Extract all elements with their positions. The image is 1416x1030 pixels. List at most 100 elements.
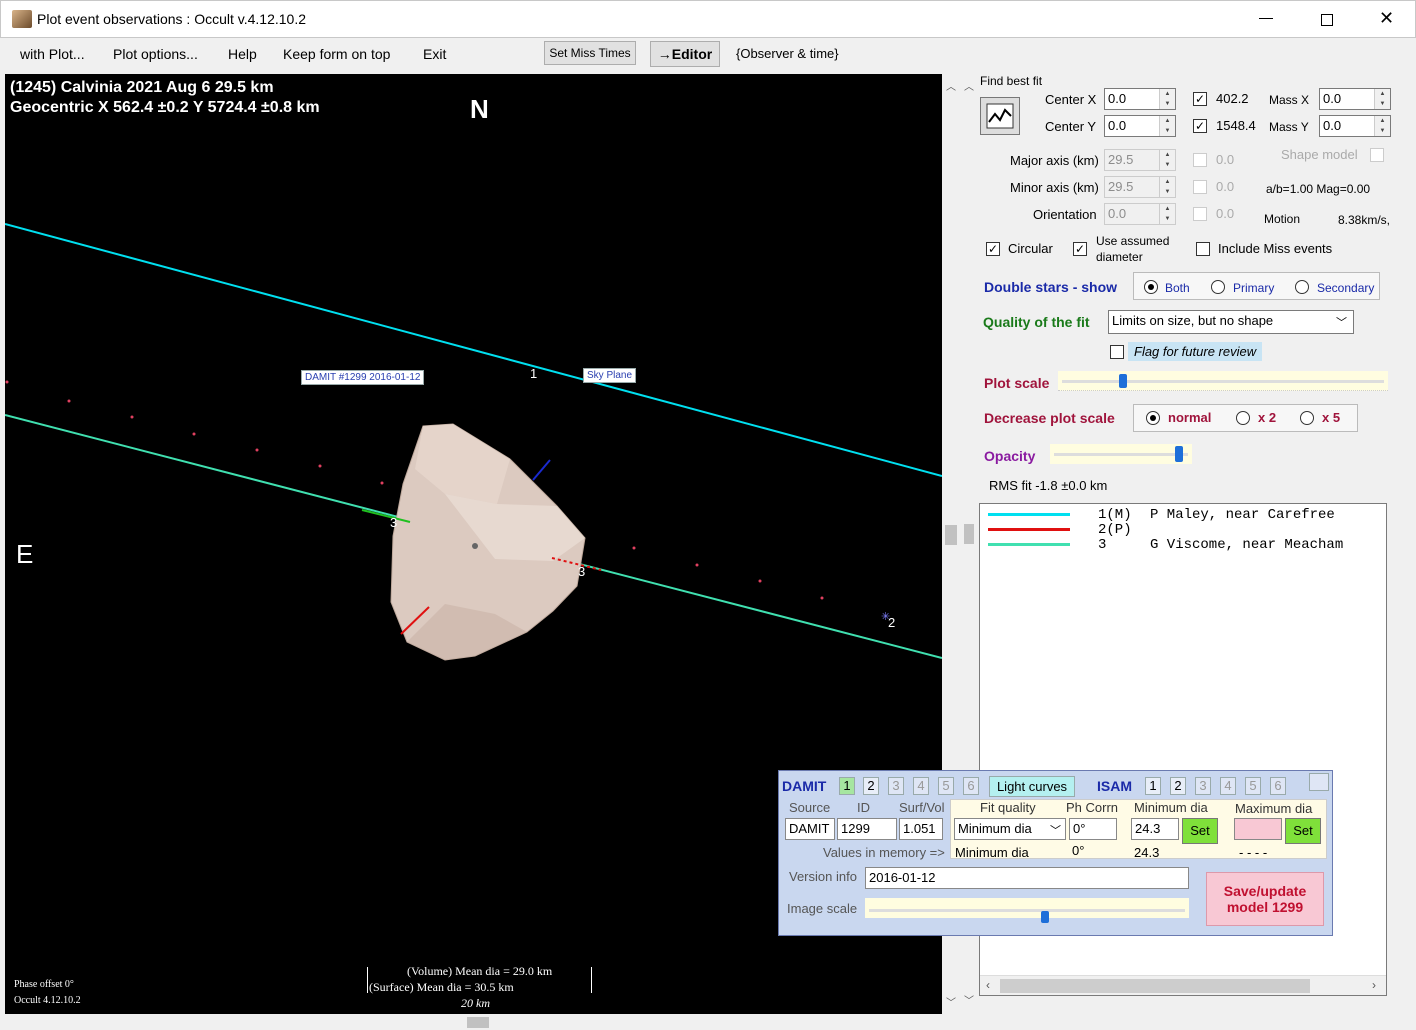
check-1548-label: 1548.4 (1216, 118, 1256, 133)
mass-y-input[interactable]: 0.0 ▲ ▼ (1319, 115, 1391, 137)
id-field[interactable]: 1299 (837, 818, 897, 840)
motion-label: Motion (1264, 212, 1301, 226)
chord-label-3b: 3 (578, 564, 586, 579)
orient-fix-check[interactable] (1193, 207, 1207, 221)
close-icon[interactable]: ✕ (1379, 8, 1394, 29)
damit-tab-2[interactable]: 2 (863, 777, 879, 795)
source-label: Source (789, 800, 831, 815)
damit-close-button[interactable] (1309, 773, 1329, 791)
center-y-input[interactable]: 0.0 ▲ ▼ (1104, 115, 1176, 137)
plot-scale-thumb[interactable] (1119, 374, 1128, 388)
menu-plot-options[interactable]: Plot options... (113, 46, 198, 62)
min-dia-set-button[interactable]: Set (1182, 818, 1218, 844)
find-best-fit-label: Find best fit (980, 74, 1043, 88)
mass-x-input[interactable]: 0.0 ▲ ▼ (1319, 88, 1391, 110)
primary-label: Primary (1233, 281, 1275, 295)
damit-tab-4[interactable]: 4 (913, 777, 929, 795)
phase-offset: Phase offset 0° (14, 979, 74, 990)
isam-tab-3[interactable]: 3 (1195, 777, 1211, 795)
min-dia-field[interactable]: 24.3 (1131, 818, 1179, 840)
isam-tab-4[interactable]: 4 (1220, 777, 1236, 795)
image-scale-label: Image scale (787, 901, 858, 916)
chord-label-2: 2 (888, 615, 896, 630)
check-402[interactable]: ✓ (1193, 92, 1207, 106)
decrease-scale-label: Decrease plot scale (984, 410, 1115, 426)
use-assumed-check[interactable]: ✓ (1073, 242, 1087, 256)
maximize-icon[interactable] (1321, 14, 1333, 26)
app-icon (12, 10, 32, 28)
fit-quality-label: Fit quality (980, 800, 1036, 815)
x5-radio[interactable] (1300, 411, 1314, 425)
min-dia-label: Minimum dia (1134, 800, 1208, 815)
minor-axis-input[interactable]: 29.5 ▲ ▼ (1104, 176, 1176, 198)
menu-with-plot[interactable]: with Plot... (20, 46, 85, 62)
damit-tab-6[interactable]: 6 (963, 777, 979, 795)
version-info-field[interactable]: 2016-01-12 (865, 867, 1189, 889)
east-label: E (16, 539, 34, 569)
ph-corr-field[interactable]: 0° (1069, 818, 1117, 840)
circular-label: Circular (1008, 241, 1053, 256)
list-hscrollbar[interactable]: ‹ › (980, 975, 1386, 995)
include-miss-check[interactable] (1196, 242, 1210, 256)
menu-help[interactable]: Help (228, 46, 257, 62)
light-curves-button[interactable]: Light curves (989, 776, 1075, 797)
fit-quality-select[interactable]: Minimum dia ﹀ (954, 818, 1066, 840)
image-scale-thumb[interactable] (1040, 911, 1049, 923)
normal-radio[interactable] (1146, 411, 1160, 425)
save-update-button[interactable]: Save/update model 1299 (1206, 872, 1324, 926)
surf-vol-field[interactable]: 1.051 (899, 818, 943, 840)
observer-3-color (988, 543, 1070, 546)
major-fix-value: 0.0 (1216, 152, 1235, 167)
damit-tab-1[interactable]: 1 (839, 777, 855, 795)
set-miss-times-button[interactable]: Set Miss Times (544, 41, 636, 65)
secondary-radio[interactable] (1295, 280, 1309, 294)
menu-exit[interactable]: Exit (423, 46, 446, 62)
primary-radio[interactable] (1211, 280, 1225, 294)
opacity-thumb[interactable] (1174, 446, 1183, 462)
major-fix-check[interactable] (1193, 153, 1207, 167)
normal-label: normal (1168, 410, 1212, 425)
isam-tab-1[interactable]: 1 (1145, 777, 1161, 795)
orientation-input[interactable]: 0.0 ▲ ▼ (1104, 203, 1176, 225)
major-axis-label: Major axis (km) (1010, 153, 1099, 168)
source-field[interactable]: DAMIT (785, 818, 835, 840)
editor-button[interactable]: →Editor (650, 41, 720, 67)
find-best-fit-button[interactable] (980, 97, 1020, 135)
max-dia-set-button[interactable]: Set (1285, 818, 1321, 844)
isam-tab-2[interactable]: 2 (1170, 777, 1186, 795)
north-label: N (470, 94, 489, 124)
plot-hscrollbar[interactable] (5, 1014, 942, 1030)
flag-review-check[interactable] (1110, 345, 1124, 359)
observer-2-color (988, 528, 1070, 531)
double-stars-label: Double stars - show (984, 279, 1118, 295)
plot-scale-slider[interactable] (1058, 371, 1388, 391)
max-dia-field[interactable] (1234, 818, 1282, 840)
use-assumed-label: Use assumed (1096, 234, 1170, 248)
secondary-label: Secondary (1317, 281, 1375, 295)
menu-keep-on-top[interactable]: Keep form on top (283, 46, 390, 62)
check-1548[interactable]: ✓ (1193, 119, 1207, 133)
both-radio[interactable] (1144, 280, 1158, 294)
minimize-icon[interactable] (1259, 18, 1273, 19)
minor-fix-check[interactable] (1193, 180, 1207, 194)
chevron-down-icon: ﹀ (1050, 825, 1061, 837)
x2-radio[interactable] (1236, 411, 1250, 425)
isam-tab-5[interactable]: 5 (1245, 777, 1261, 795)
mass-x-label: Mass X (1269, 93, 1310, 107)
damit-tab-5[interactable]: 5 (938, 777, 954, 795)
shape-model-check[interactable] (1370, 148, 1384, 162)
image-scale-slider[interactable] (865, 898, 1189, 923)
orientation-label: Orientation (1033, 207, 1097, 222)
major-axis-input[interactable]: 29.5 ▲ ▼ (1104, 149, 1176, 171)
damit-tab-3[interactable]: 3 (888, 777, 904, 795)
circular-check[interactable]: ✓ (986, 242, 1000, 256)
isam-tab-6[interactable]: 6 (1270, 777, 1286, 795)
scale-bar (367, 967, 592, 993)
rms-fit: RMS fit -1.8 ±0.0 km (989, 478, 1108, 493)
id-label: ID (857, 800, 870, 815)
center-x-input[interactable]: 0.0 ▲ ▼ (1104, 88, 1176, 110)
values-memory-label: Values in memory => (823, 845, 945, 860)
quality-select[interactable]: Limits on size, but no shape ﹀ (1108, 310, 1354, 334)
opacity-slider[interactable] (1050, 444, 1192, 464)
observer-1-name: P Maley, near Carefree (1150, 507, 1335, 523)
